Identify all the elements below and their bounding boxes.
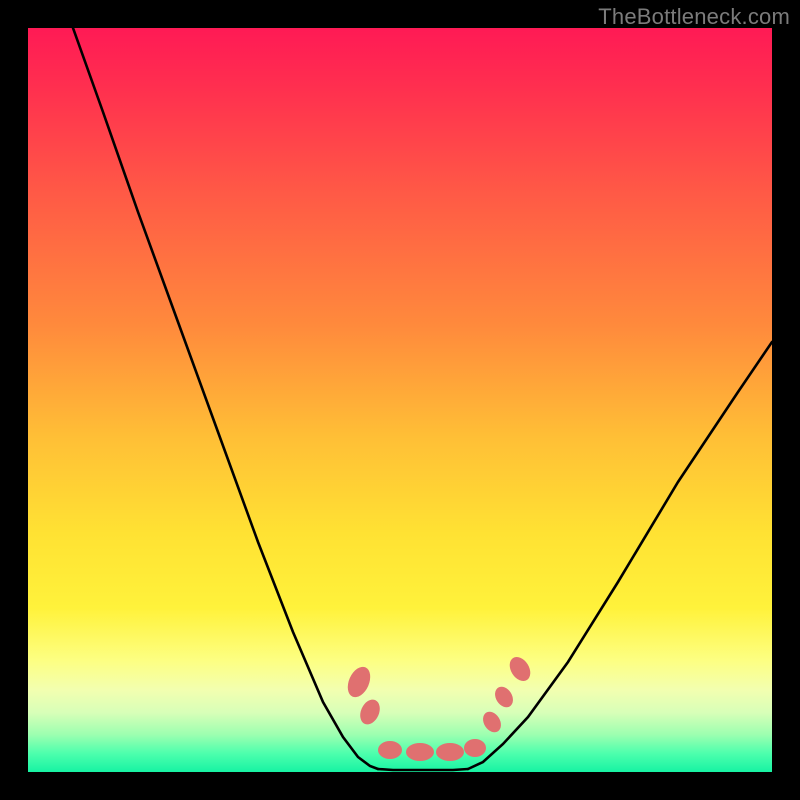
marker-valley-1 <box>378 741 402 759</box>
marker-group <box>343 653 534 761</box>
series-right-curve <box>468 342 772 769</box>
marker-right-lower <box>479 708 504 735</box>
marker-valley-3 <box>436 743 464 761</box>
plot-area <box>28 28 772 772</box>
marker-left-upper <box>343 663 374 700</box>
watermark-text: TheBottleneck.com <box>598 4 790 30</box>
marker-right-upper <box>505 653 534 685</box>
chart-svg <box>28 28 772 772</box>
curve-group <box>73 28 772 770</box>
marker-right-mid <box>491 683 516 710</box>
chart-frame: TheBottleneck.com <box>0 0 800 800</box>
series-valley-floor <box>378 769 468 770</box>
marker-left-lower <box>356 696 383 727</box>
marker-valley-4 <box>464 739 486 757</box>
series-left-curve <box>73 28 378 769</box>
marker-valley-2 <box>406 743 434 761</box>
